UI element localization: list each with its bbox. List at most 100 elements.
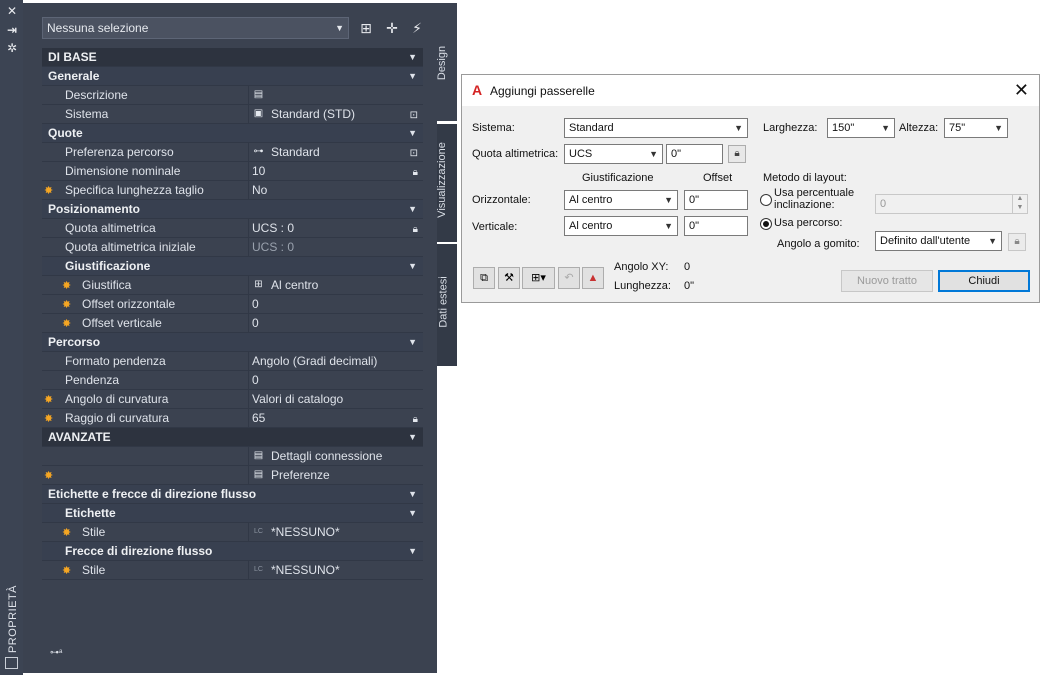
chevron-down-icon: ▼: [664, 195, 673, 205]
prop-dimensione-nominale[interactable]: Dimensione nominale 10 🔒︎: [42, 162, 423, 181]
gomito-dropdown[interactable]: Definito dall'utente ▼: [875, 231, 1002, 251]
property-grid: DI BASE ▼ Generale ▼ Descrizione ▤ Sistema ▣…: [42, 48, 423, 580]
autohide-icon[interactable]: ⇥: [5, 24, 19, 36]
prop-sistema[interactable]: Sistema ▣ Standard (STD) ⊡: [42, 105, 423, 124]
pick-icon[interactable]: ⊡: [410, 145, 418, 163]
star-icon: ✸: [44, 470, 54, 482]
section-posizionamento[interactable]: Posizionamento ▼: [42, 200, 423, 219]
prop-quota-iniziale: Quota altimetrica iniziale UCS : 0: [42, 238, 423, 257]
prop-stile-etichette[interactable]: ✸ Stile LC *NESSUNO*: [42, 523, 423, 542]
lunghezza-label: Lunghezza:: [614, 280, 671, 292]
details-icon: ▤: [253, 450, 264, 461]
lock-icon[interactable]: 🔒︎: [728, 145, 746, 163]
larghezza-dropdown[interactable]: 150" ▼: [827, 118, 895, 138]
prop-dettagli-connessione[interactable]: ▤ Dettagli connessione: [42, 447, 423, 466]
chevron-down-icon: ▼: [408, 128, 417, 138]
lock-icon[interactable]: 🔒︎: [413, 164, 418, 182]
close-icon[interactable]: ✕: [5, 5, 19, 17]
help-icon[interactable]: ▲: [582, 267, 604, 289]
chevron-down-icon: ▼: [664, 221, 673, 231]
chevron-down-icon: ▼: [408, 337, 417, 347]
chevron-down-icon: ▼: [408, 71, 417, 81]
settings-icon[interactable]: ✲: [5, 42, 19, 54]
prop-giustifica[interactable]: ✸ Giustifica ⊞ Al centro: [42, 276, 423, 295]
section-generale[interactable]: Generale ▼: [42, 67, 423, 86]
export-icon[interactable]: ⧉: [473, 267, 495, 289]
tab-dati-estesi[interactable]: Dati estesi: [437, 244, 457, 366]
metodo-layout-label: Metodo di layout:: [763, 172, 847, 184]
chevron-down-icon: ▼: [994, 123, 1003, 133]
giustificazione-header: Giustificazione: [582, 172, 654, 184]
section-avanzate[interactable]: AVANZATE ▼: [42, 428, 423, 447]
percentuale-field: 0 ▲ ▼: [875, 194, 1028, 214]
prop-raggio-curvatura[interactable]: ✸ Raggio di curvatura 65 🔒︎: [42, 409, 423, 428]
star-icon: ✸: [62, 565, 72, 577]
prop-preferenza-percorso[interactable]: Preferenza percorso ⊶ Standard ⊡: [42, 143, 423, 162]
star-icon: ✸: [62, 318, 72, 330]
match-properties-icon[interactable]: ⚒: [498, 267, 520, 289]
quick-select-icon[interactable]: ⚡: [408, 19, 426, 37]
radio-percorso[interactable]: [760, 218, 772, 230]
lock-icon[interactable]: 🔒︎: [413, 411, 418, 429]
sistema-dropdown[interactable]: Standard ▼: [564, 118, 748, 138]
dialog-title: Aggiungi passerelle: [490, 84, 595, 98]
prop-pendenza[interactable]: Pendenza 0: [42, 371, 423, 390]
section-quote[interactable]: Quote ▼: [42, 124, 423, 143]
section-etichette-frecce[interactable]: Etichette e frecce di direzione flusso ▼: [42, 485, 423, 504]
larghezza-label: Larghezza:: [763, 122, 818, 134]
prop-descrizione[interactable]: Descrizione ▤: [42, 86, 423, 105]
chevron-down-icon: ▼: [408, 489, 417, 499]
verticale-offset-field[interactable]: 0": [684, 216, 748, 236]
lock-icon[interactable]: 🔒︎: [413, 221, 418, 239]
palette-title: PROPRIETÀ: [7, 584, 19, 654]
prop-specifica-lunghezza[interactable]: ✸ Specifica lunghezza taglio No: [42, 181, 423, 200]
quota-dropdown[interactable]: UCS ▼: [564, 144, 663, 164]
preferences-icon: ▤: [253, 469, 264, 480]
style-icon: LC: [254, 566, 263, 573]
radio-percorso-label: Usa percorso:: [774, 217, 843, 229]
orizzontale-label: Orizzontale:: [472, 194, 531, 206]
pick-point-icon[interactable]: ✛: [383, 19, 401, 37]
spinner-icon: ▲ ▼: [1012, 194, 1027, 214]
star-icon: ✸: [44, 394, 54, 406]
chevron-down-icon: ▼: [408, 432, 417, 442]
chevron-down-icon: ▼: [408, 546, 417, 556]
section-frecce[interactable]: Frecce di direzione flusso ▼: [42, 542, 423, 561]
connection-options-icon[interactable]: ⊞▾: [522, 267, 555, 289]
prop-preferenze[interactable]: ✸ ▤ Preferenze: [42, 466, 423, 485]
section-giustificazione[interactable]: Giustificazione ▼: [42, 257, 423, 276]
description-icon[interactable]: ▤: [252, 89, 265, 101]
offset-header: Offset: [703, 172, 733, 184]
prop-offset-orizzontale[interactable]: ✸ Offset orizzontale 0: [42, 295, 423, 314]
orizzontale-dropdown[interactable]: Al centro ▼: [564, 190, 678, 210]
section-di-base[interactable]: DI BASE ▼: [42, 48, 423, 67]
tab-visualizzazione[interactable]: Visualizzazione: [436, 124, 457, 242]
palette-side-strip: ✕ ⇥ ✲ PROPRIETÀ: [0, 0, 23, 675]
pick-icon[interactable]: ⊡: [410, 107, 418, 125]
verticale-dropdown[interactable]: Al centro ▼: [564, 216, 678, 236]
chevron-down-icon: ▼: [335, 23, 344, 33]
prop-formato-pendenza[interactable]: Formato pendenza Angolo (Gradi decimali): [42, 352, 423, 371]
chiudi-button[interactable]: Chiudi: [938, 270, 1030, 292]
radio-percentuale[interactable]: [760, 194, 772, 206]
section-etichette[interactable]: Etichette ▼: [42, 504, 423, 523]
section-percorso[interactable]: Percorso ▼: [42, 333, 423, 352]
prop-quota-altimetrica[interactable]: Quota altimetrica UCS : 0 🔒︎: [42, 219, 423, 238]
routing-preference-icon[interactable]: ⊶ᵃ: [50, 647, 62, 658]
close-icon[interactable]: ✕: [1014, 80, 1029, 101]
sistema-label: Sistema:: [472, 122, 515, 134]
lock-icon: 🔒︎: [1008, 233, 1026, 251]
prop-stile-frecce[interactable]: ✸ Stile LC *NESSUNO*: [42, 561, 423, 580]
tab-design[interactable]: Design: [436, 3, 457, 121]
prop-angolo-curvatura[interactable]: ✸ Angolo di curvatura Valori di catalogo: [42, 390, 423, 409]
orizzontale-offset-field[interactable]: 0": [684, 190, 748, 210]
quota-offset-field[interactable]: 0": [666, 144, 723, 164]
palette-menu-icon[interactable]: [5, 657, 18, 669]
add-cable-tray-dialog: A Aggiungi passerelle ✕ Sistema: Standar…: [461, 74, 1040, 303]
altezza-dropdown[interactable]: 75" ▼: [944, 118, 1008, 138]
routing-icon: ⊶: [253, 146, 264, 157]
chevron-down-icon: ▼: [881, 123, 890, 133]
select-objects-icon[interactable]: ⊞: [357, 19, 375, 37]
selection-dropdown[interactable]: Nessuna selezione ▼: [42, 17, 349, 39]
prop-offset-verticale[interactable]: ✸ Offset verticale 0: [42, 314, 423, 333]
